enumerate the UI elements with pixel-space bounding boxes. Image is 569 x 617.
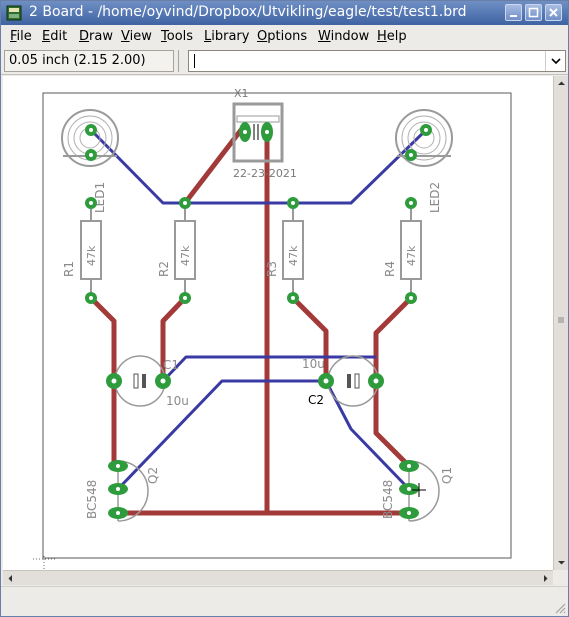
menu-options[interactable]: Options <box>257 29 307 44</box>
scroll-up-arrow-icon[interactable] <box>555 77 568 90</box>
menu-library[interactable]: Library <box>204 29 249 44</box>
menu-draw[interactable]: Draw <box>79 29 113 44</box>
close-button[interactable] <box>545 4 562 21</box>
r1-label: R1 <box>62 261 76 277</box>
scroll-down-arrow-icon[interactable] <box>555 556 568 569</box>
board-drawing[interactable]: X1 22-23-2021 LED1 LED2 47k R1 47k R2 47… <box>3 76 553 570</box>
resistor-r2[interactable]: 47k R2 <box>157 197 196 304</box>
coordinate-display: 0.05 inch (2.15 2.00) <box>4 50 174 72</box>
capacitor-c1[interactable]: C1 10u <box>106 355 189 408</box>
window-title: 2 Board - /home/oyvind/Dropbox/Utvikling… <box>29 4 467 20</box>
q1-label: Q1 <box>440 467 454 484</box>
scroll-right-arrow-icon[interactable] <box>539 572 552 585</box>
c2-label: C2 <box>308 393 324 407</box>
x1-value-label: 22-23-2021 <box>233 167 297 180</box>
bottom-traces <box>88 127 414 516</box>
horizontal-scrollbar[interactable] <box>3 570 553 585</box>
eagle-app-icon <box>6 5 22 21</box>
connector-x1[interactable]: X1 22-23-2021 <box>232 87 297 180</box>
command-history-dropdown[interactable] <box>545 51 565 71</box>
led-led2[interactable]: LED2 <box>395 109 453 213</box>
menu-tools[interactable]: Tools <box>161 29 193 44</box>
command-input[interactable] <box>188 50 566 72</box>
r3-value-label: 47k <box>287 245 300 266</box>
resistor-r3[interactable]: 47k R3 <box>265 197 304 304</box>
board-canvas[interactable]: X1 22-23-2021 LED1 LED2 47k R1 47k R2 47… <box>3 76 553 570</box>
text-caret <box>194 54 195 68</box>
scroll-thumb-grip-icon[interactable] <box>557 316 565 324</box>
led1-label: LED1 <box>93 182 107 213</box>
maximize-button[interactable] <box>525 4 542 21</box>
c1-value-label: 10u <box>166 394 189 408</box>
resistor-r4[interactable]: 47k R4 <box>383 197 422 304</box>
resize-grip-icon[interactable] <box>554 602 566 614</box>
menu-bar: File Edit Draw View Tools Library Option… <box>1 26 568 48</box>
r1-value-label: 47k <box>85 245 98 266</box>
r4-value-label: 47k <box>405 245 418 266</box>
chevron-down-icon <box>551 58 561 65</box>
menu-edit[interactable]: Edit <box>42 29 67 44</box>
q2-label: Q2 <box>146 467 160 484</box>
menu-file[interactable]: File <box>10 29 32 44</box>
vertical-scrollbar[interactable] <box>553 76 568 570</box>
minimize-button[interactable] <box>505 4 522 21</box>
maximize-icon <box>528 7 539 18</box>
scroll-left-arrow-icon[interactable] <box>4 572 17 585</box>
r4-label: R4 <box>383 261 397 277</box>
application-window: 2 Board - /home/oyvind/Dropbox/Utvikling… <box>0 0 569 617</box>
r2-value-label: 47k <box>179 245 192 266</box>
menu-window[interactable]: Window <box>318 29 369 44</box>
menu-view[interactable]: View <box>121 29 152 44</box>
minimize-icon <box>510 15 517 17</box>
close-icon <box>549 8 558 17</box>
command-toolbar: 0.05 inch (2.15 2.00) <box>1 48 568 75</box>
led2-label: LED2 <box>428 182 442 213</box>
toolbar-separator <box>178 50 186 72</box>
title-bar[interactable]: 2 Board - /home/oyvind/Dropbox/Utvikling… <box>1 1 568 25</box>
menu-help[interactable]: Help <box>377 29 407 44</box>
status-bar <box>1 586 568 616</box>
c2-value-label: 10u <box>302 357 325 371</box>
r2-label: R2 <box>157 261 171 277</box>
q2-value-label: BC548 <box>85 480 99 519</box>
q1-value-label: BC548 <box>381 480 395 519</box>
x1-label: X1 <box>234 87 249 100</box>
r3-label: R3 <box>265 261 279 277</box>
c1-label: C1 <box>163 358 179 372</box>
